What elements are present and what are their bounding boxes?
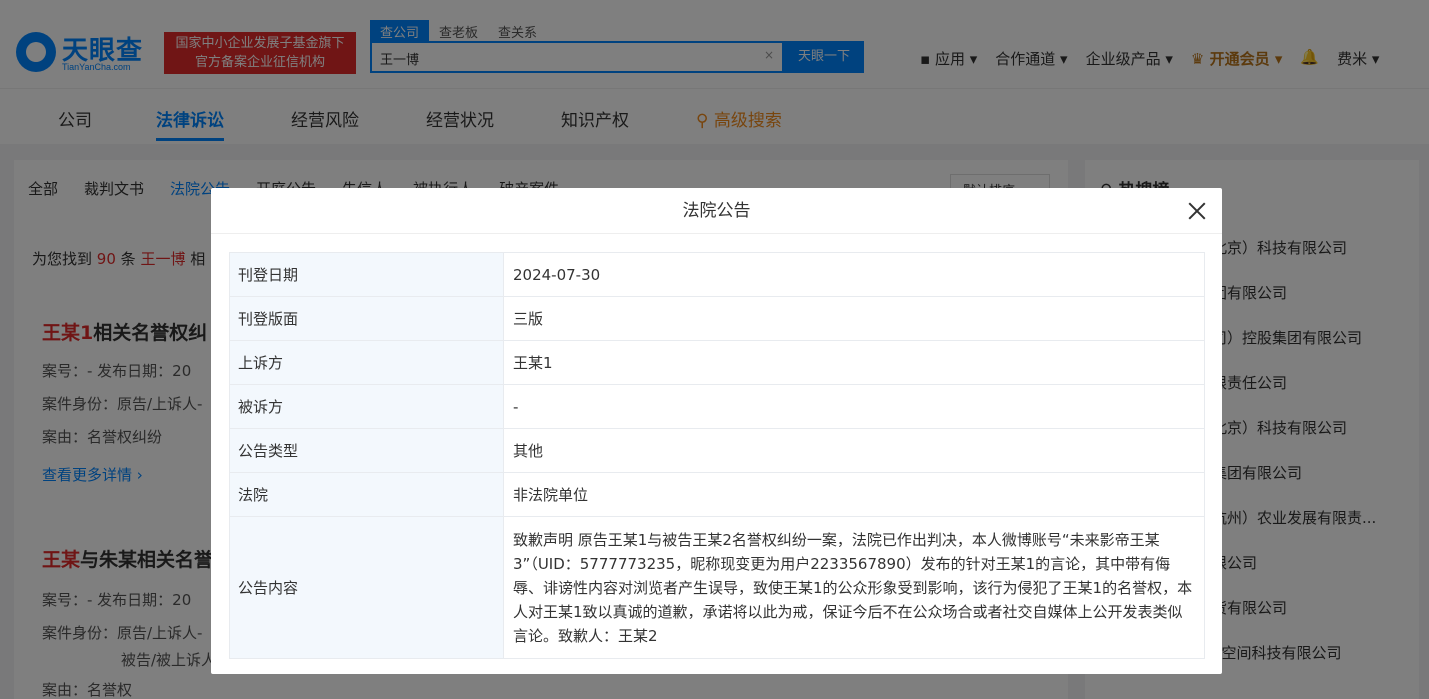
- row-value: -: [503, 384, 1205, 429]
- row-label: 公告内容: [229, 516, 504, 659]
- table-row: 法院 非法院单位: [229, 472, 1205, 517]
- row-label: 刊登日期: [229, 252, 504, 297]
- table-row: 上诉方 王某1: [229, 340, 1205, 385]
- table-row: 刊登版面 三版: [229, 296, 1205, 341]
- table-row: 刊登日期 2024-07-30: [229, 252, 1205, 297]
- row-value: 三版: [503, 296, 1205, 341]
- row-value: 2024-07-30: [503, 252, 1205, 297]
- table-row: 公告内容 致歉声明 原告王某1与被告王某2名誉权纠纷一案，法院已作出判决，本人微…: [229, 516, 1205, 659]
- row-label: 法院: [229, 472, 504, 517]
- row-value: 王某1: [503, 340, 1205, 385]
- row-label: 被诉方: [229, 384, 504, 429]
- row-label: 公告类型: [229, 428, 504, 473]
- notice-detail-table: 刊登日期 2024-07-30 刊登版面 三版 上诉方 王某1 被诉方 - 公告…: [229, 252, 1205, 659]
- row-label: 上诉方: [229, 340, 504, 385]
- modal-title: 法院公告: [682, 201, 751, 221]
- row-value: 非法院单位: [503, 472, 1205, 517]
- table-row: 被诉方 -: [229, 384, 1205, 429]
- notice-content: 致歉声明 原告王某1与被告王某2名誉权纠纷一案，法院已作出判决，本人微博账号“未…: [503, 516, 1205, 659]
- modal-header: 法院公告: [211, 188, 1222, 234]
- table-row: 公告类型 其他: [229, 428, 1205, 473]
- close-icon[interactable]: [1186, 200, 1208, 222]
- court-notice-modal: 法院公告 刊登日期 2024-07-30 刊登版面 三版 上诉方 王某1 被诉方…: [211, 188, 1222, 674]
- row-label: 刊登版面: [229, 296, 504, 341]
- row-value: 其他: [503, 428, 1205, 473]
